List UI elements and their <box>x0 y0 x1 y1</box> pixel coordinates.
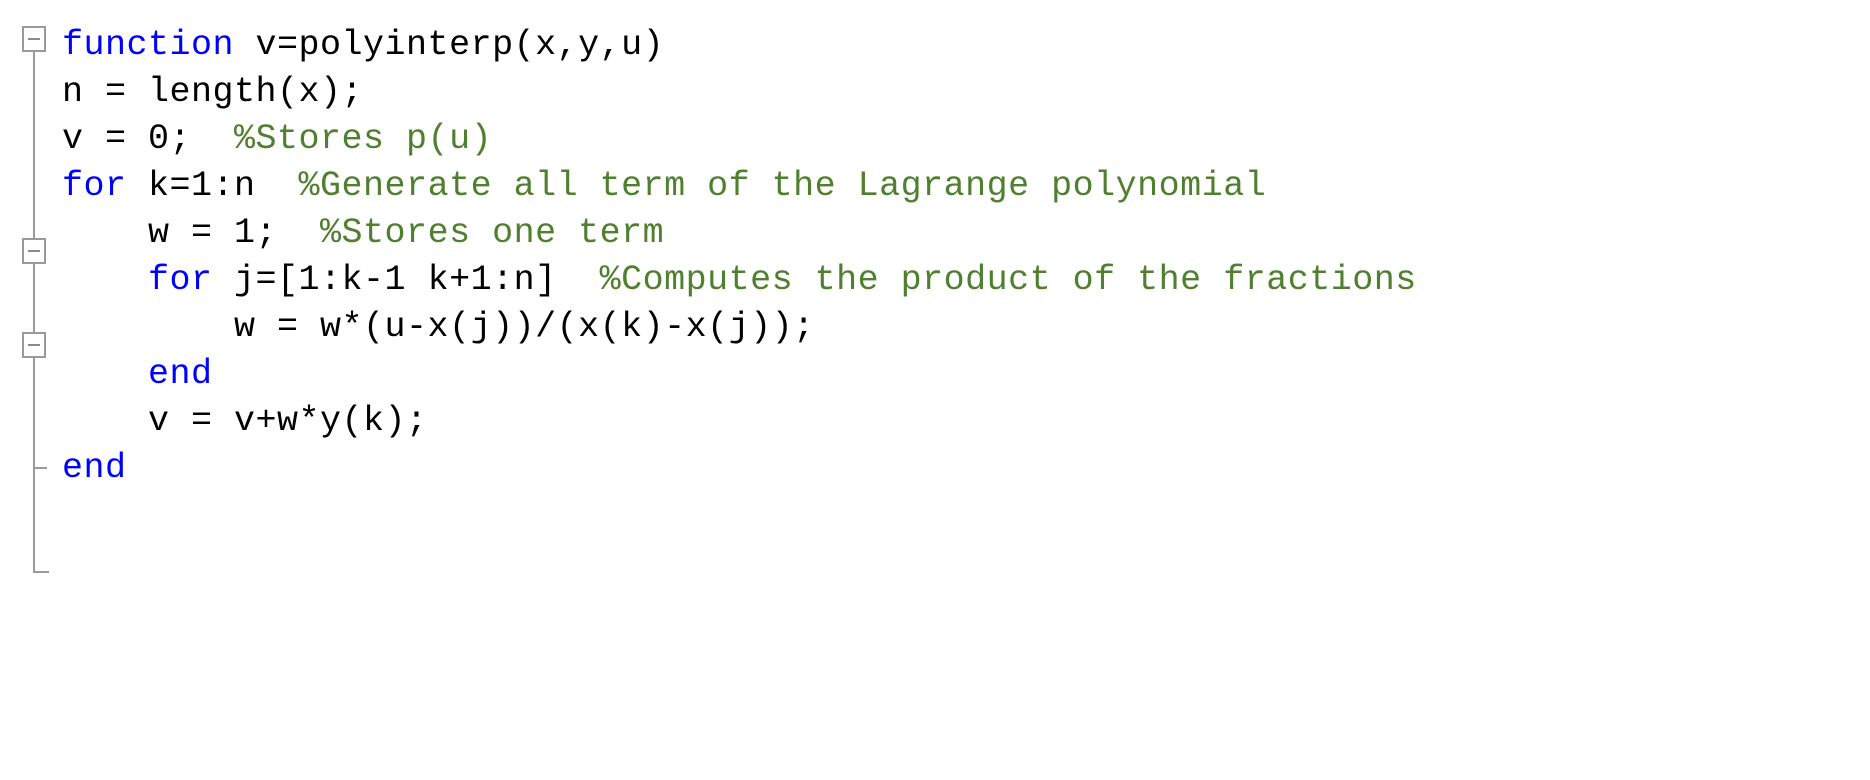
code-line-text: end <box>62 351 213 398</box>
code-token-keyword: end <box>148 354 213 394</box>
code-token-plain: w = 1; <box>62 213 321 253</box>
code-line[interactable]: end <box>0 351 1870 398</box>
code-line-text: w = w*(u-x(j))/(x(k)-x(j)); <box>62 304 815 351</box>
code-token-plain: j=[1:k-1 k+1:n] <box>212 260 600 300</box>
code-line[interactable]: for k=1:n %Generate all term of the Lagr… <box>0 163 1870 210</box>
code-line-text: v = 0; %Stores p(u) <box>62 116 492 163</box>
code-line-text: function v=polyinterp(x,y,u) <box>62 22 664 69</box>
code-token-plain: w = w*(u-x(j))/(x(k)-x(j)); <box>62 307 815 347</box>
code-line-text: for j=[1:k-1 k+1:n] %Computes the produc… <box>62 257 1417 304</box>
code-token-comment: %Computes the product of the fractions <box>599 260 1417 300</box>
code-lines-container[interactable]: function v=polyinterp(x,y,u) n = length(x… <box>0 0 1870 780</box>
code-token-keyword: for <box>148 260 213 300</box>
code-line[interactable]: w = w*(u-x(j))/(x(k)-x(j)); <box>0 304 1870 351</box>
code-line[interactable]: function v=polyinterp(x,y,u) <box>0 22 1870 69</box>
code-token-keyword: function <box>62 25 235 65</box>
code-token-plain: n = length(x); <box>62 72 364 112</box>
code-editor[interactable]: function v=polyinterp(x,y,u) n = length(x… <box>0 0 1870 780</box>
code-line-text: for k=1:n %Generate all term of the Lagr… <box>62 163 1266 210</box>
code-token-comment: %Stores one term <box>320 213 665 253</box>
code-line[interactable]: n = length(x); <box>0 69 1870 116</box>
code-line-text: w = 1; %Stores one term <box>62 210 664 257</box>
code-line-text: v = v+w*y(k); <box>62 398 428 445</box>
code-token-plain: v = 0; <box>62 119 235 159</box>
code-line[interactable]: for j=[1:k-1 k+1:n] %Computes the produc… <box>0 257 1870 304</box>
code-line-text: n = length(x); <box>62 69 363 116</box>
code-line[interactable]: v = 0; %Stores p(u) <box>0 116 1870 163</box>
code-token-plain: v = v+w*y(k); <box>62 401 428 441</box>
code-token-keyword: for <box>62 166 127 206</box>
code-line[interactable]: v = v+w*y(k); <box>0 398 1870 445</box>
code-line-text: end <box>62 445 127 492</box>
code-token-comment: %Generate all term of the Lagrange polyn… <box>298 166 1267 206</box>
code-line[interactable]: end <box>0 445 1870 492</box>
code-line[interactable]: w = 1; %Stores one term <box>0 210 1870 257</box>
code-token-keyword: end <box>62 448 127 488</box>
code-token-plain: k=1:n <box>126 166 299 206</box>
code-token-comment: %Stores p(u) <box>234 119 493 159</box>
code-token-plain: v=polyinterp(x,y,u) <box>234 25 665 65</box>
